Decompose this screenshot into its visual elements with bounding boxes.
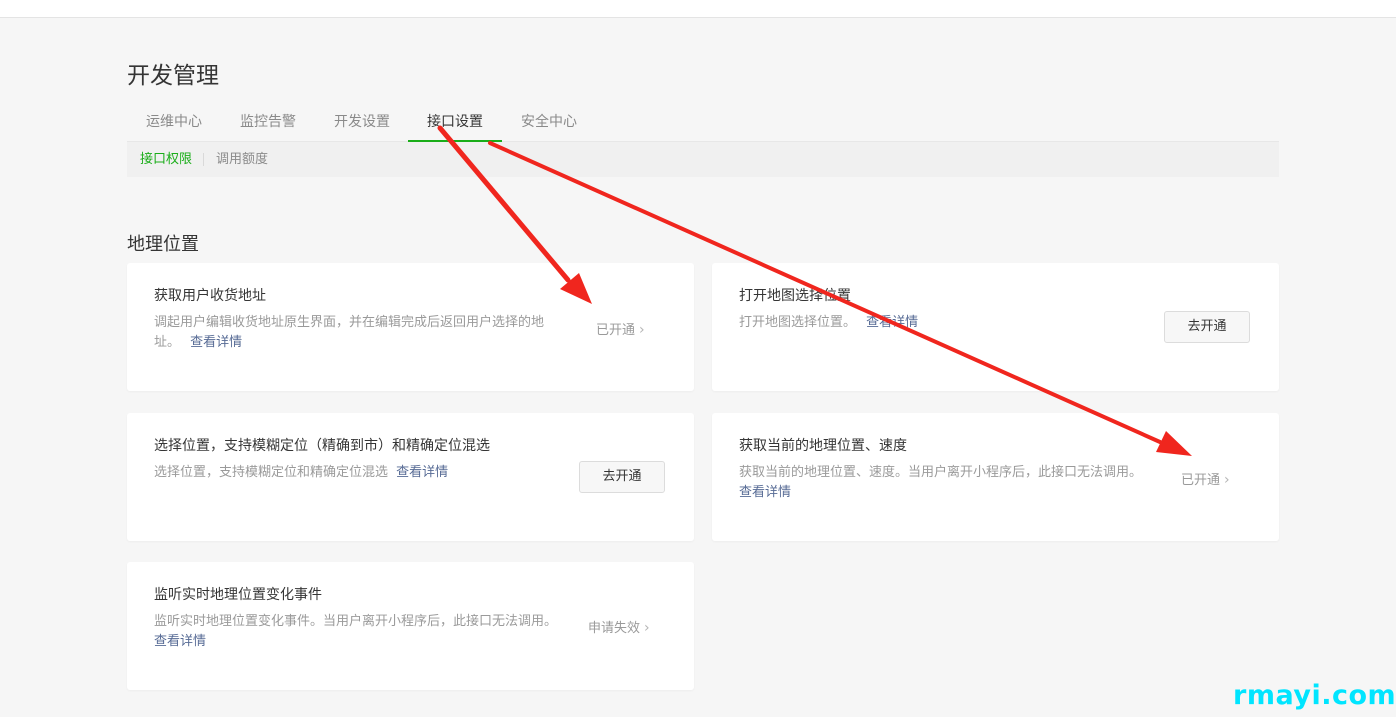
card-desc-line: 监听实时地理位置变化事件。当用户离开小程序后，此接口无法调用。 <box>154 614 558 629</box>
watermark: rmayi.com <box>1233 680 1396 711</box>
card-title: 选择位置，支持模糊定位（精确到市）和精确定位混选 <box>154 438 490 454</box>
main-tabs: 运维中心 监控告警 开发设置 接口设置 安全中心 <box>127 104 1279 142</box>
view-details-link[interactable]: 查看详情 <box>190 335 242 350</box>
card-desc-line: 获取当前的地理位置、速度。当用户离开小程序后，此接口无法调用。 <box>739 465 1143 480</box>
card-title: 获取用户收货地址 <box>154 288 266 304</box>
status-enabled[interactable]: 已开通 › <box>1181 469 1230 488</box>
sub-tabs: 接口权限 调用额度 <box>127 142 1279 177</box>
card-title: 获取当前的地理位置、速度 <box>739 438 907 454</box>
status-label: 申请失效 <box>588 621 641 636</box>
tab-security-center[interactable]: 安全中心 <box>502 104 596 142</box>
tab-ops-center[interactable]: 运维中心 <box>127 104 221 142</box>
tab-api-settings[interactable]: 接口设置 <box>408 104 502 142</box>
api-card-location-change-event: 监听实时地理位置变化事件 监听实时地理位置变化事件。当用户离开小程序后，此接口无… <box>127 562 694 690</box>
status-enabled[interactable]: 已开通 › <box>596 319 645 338</box>
subtab-call-quota[interactable]: 调用额度 <box>216 142 268 177</box>
card-description: 打开地图选择位置。 查看详情 <box>739 313 918 333</box>
card-description: 调起用户编辑收货地址原生界面，并在编辑完成后返回用户选择的地 址。 查看详情 <box>154 313 554 353</box>
chevron-right-icon: › <box>639 322 645 338</box>
card-description: 获取当前的地理位置、速度。当用户离开小程序后，此接口无法调用。 查看详情 <box>739 463 1149 503</box>
view-details-link[interactable]: 查看详情 <box>396 465 448 480</box>
card-title: 监听实时地理位置变化事件 <box>154 587 322 603</box>
tab-monitoring-alerts[interactable]: 监控告警 <box>221 104 315 142</box>
card-desc-line: 打开地图选择位置。 <box>739 315 857 330</box>
page-title: 开发管理 <box>127 63 219 89</box>
api-card-shipping-address: 获取用户收货地址 调起用户编辑收货地址原生界面，并在编辑完成后返回用户选择的地 … <box>127 263 694 391</box>
view-details-link[interactable]: 查看详情 <box>866 315 918 330</box>
enable-button[interactable]: 去开通 <box>579 461 665 493</box>
tab-dev-settings[interactable]: 开发设置 <box>315 104 409 142</box>
card-desc-line: 调起用户编辑收货地址原生界面，并在编辑完成后返回用户选择的地 <box>154 315 545 330</box>
status-expired[interactable]: 申请失效 › <box>588 617 650 636</box>
status-label: 已开通 <box>1181 473 1221 488</box>
card-desc-line: 选择位置，支持模糊定位和精确定位混选 <box>154 465 389 480</box>
top-bar <box>0 0 1396 18</box>
status-label: 已开通 <box>596 323 636 338</box>
chevron-right-icon: › <box>1224 472 1230 488</box>
enable-button[interactable]: 去开通 <box>1164 311 1250 343</box>
card-desc-line: 址。 <box>154 335 181 350</box>
card-title: 打开地图选择位置 <box>739 288 851 304</box>
view-details-link[interactable]: 查看详情 <box>739 483 1149 503</box>
section-title: 地理位置 <box>127 234 199 255</box>
api-card-choose-location-fuzzy: 选择位置，支持模糊定位（精确到市）和精确定位混选 选择位置，支持模糊定位和精确定… <box>127 413 694 541</box>
subtab-api-permissions[interactable]: 接口权限 <box>140 142 192 177</box>
view-details-link[interactable]: 查看详情 <box>154 632 564 652</box>
card-description: 选择位置，支持模糊定位和精确定位混选 查看详情 <box>154 463 448 483</box>
card-description: 监听实时地理位置变化事件。当用户离开小程序后，此接口无法调用。 查看详情 <box>154 612 564 652</box>
api-card-choose-location-map: 打开地图选择位置 打开地图选择位置。 查看详情 去开通 <box>712 263 1279 391</box>
subtab-divider <box>203 153 204 166</box>
chevron-right-icon: › <box>644 620 650 636</box>
api-card-get-location-speed: 获取当前的地理位置、速度 获取当前的地理位置、速度。当用户离开小程序后，此接口无… <box>712 413 1279 541</box>
